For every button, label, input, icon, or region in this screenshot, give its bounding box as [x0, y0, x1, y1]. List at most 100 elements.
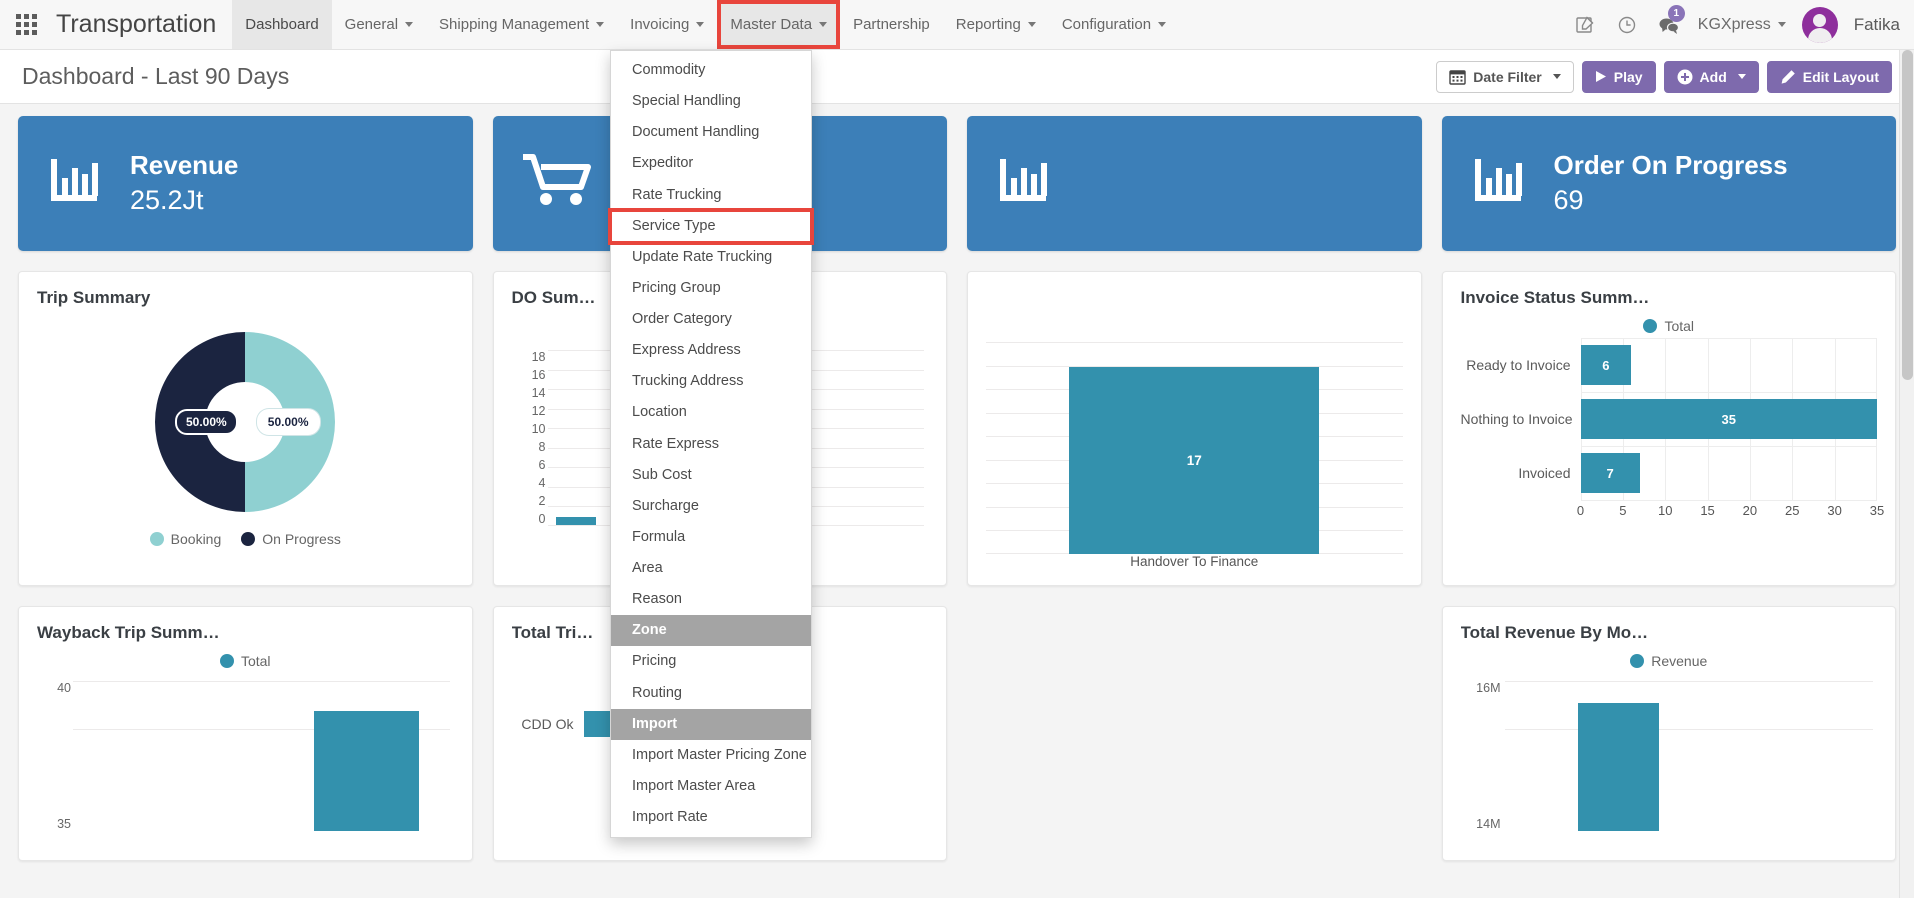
- menu-item-import-master-area[interactable]: Import Master Area: [611, 771, 811, 802]
- menu-item-import-master-pricing-zone[interactable]: Import Master Pricing Zone: [611, 740, 811, 771]
- total-revenue-chart[interactable]: 16M 14M: [1461, 681, 1878, 831]
- legend-item-on-progress[interactable]: On Progress: [241, 531, 341, 547]
- kpi-col-order-on-progress: Order On Progress 69: [1441, 116, 1896, 251]
- menu-item-rate-trucking[interactable]: Rate Trucking: [611, 180, 811, 211]
- panel-title: Invoice Status Summ…: [1460, 288, 1650, 307]
- bar-chart-icon: [995, 151, 1055, 216]
- menu-item-pricing[interactable]: Pricing: [611, 646, 811, 677]
- menu-item-trucking-address[interactable]: Trucking Address: [611, 366, 811, 397]
- menu-item-reason[interactable]: Reason: [611, 584, 811, 615]
- panel-title: Wayback Trip Summ…: [37, 623, 220, 642]
- trip-summary-donut-chart[interactable]: 50.00% 50.00%: [37, 314, 454, 529]
- donut-value-labels: 50.00% 50.00%: [37, 314, 454, 529]
- panel-col-invoice-status: Invoice Status Summ… Total Ready to Invo…: [1441, 251, 1896, 586]
- menu-item-express-address[interactable]: Express Address: [611, 335, 811, 366]
- menu-item-area[interactable]: Area: [611, 553, 811, 584]
- play-button[interactable]: Play: [1581, 60, 1656, 93]
- nav-item-invoicing[interactable]: Invoicing: [617, 0, 717, 49]
- bar-invoiced[interactable]: 7: [1580, 453, 1640, 493]
- kpi-value: 25.2Jt: [130, 184, 204, 215]
- menu-item-special-handling[interactable]: Special Handling: [611, 86, 811, 117]
- bar-track: 7: [1580, 446, 1878, 500]
- organization-selector[interactable]: KGXpress: [1698, 16, 1786, 34]
- do-summary-y-axis: 18 16 14 12 10 8 6 4 2 0: [512, 350, 546, 526]
- bar-category-label: Invoiced: [1518, 465, 1571, 481]
- menu-item-routing[interactable]: Routing: [611, 678, 811, 709]
- menu-item-rate-express[interactable]: Rate Express: [611, 429, 811, 460]
- menu-item-document-handling[interactable]: Document Handling: [611, 117, 811, 148]
- bar-ready-to-invoice[interactable]: 6: [1580, 345, 1632, 385]
- nav-item-master-data[interactable]: Master Data: [717, 0, 841, 49]
- nav-item-dashboard[interactable]: Dashboard: [232, 0, 332, 49]
- legend-item-total[interactable]: Total: [1643, 318, 1694, 334]
- bar-nothing-to-invoice[interactable]: 35: [1580, 399, 1877, 439]
- wayback-trip-chart[interactable]: 40 35: [37, 681, 454, 831]
- compose-note-icon[interactable]: [1572, 12, 1598, 38]
- nav-right-actions: 1 KGXpress Fatika: [1572, 0, 1914, 49]
- nav-item-reporting[interactable]: Reporting: [943, 0, 1049, 49]
- legend-item-total[interactable]: Total: [219, 653, 271, 669]
- legend-label: On Progress: [262, 531, 341, 547]
- menu-item-sub-cost[interactable]: Sub Cost: [611, 460, 811, 491]
- date-filter-label: Date Filter: [1473, 68, 1542, 85]
- user-name-label: Fatika: [1853, 14, 1900, 34]
- add-button[interactable]: Add: [1663, 60, 1759, 93]
- y-tick: 0: [538, 512, 546, 526]
- chevron-down-icon: [1027, 22, 1036, 27]
- clock-icon[interactable]: [1614, 12, 1640, 38]
- nav-item-general[interactable]: General: [332, 0, 426, 49]
- menu-item-import-rate[interactable]: Import Rate: [611, 802, 811, 833]
- play-icon: [1595, 71, 1606, 82]
- edit-layout-button[interactable]: Edit Layout: [1766, 60, 1892, 93]
- legend-item-revenue[interactable]: Revenue: [1630, 653, 1707, 669]
- menu-item-update-rate-trucking[interactable]: Update Rate Trucking: [611, 242, 811, 273]
- master-data-dropdown-menu[interactable]: Commodity Special Handling Document Hand…: [608, 50, 814, 839]
- menu-item-commodity[interactable]: Commodity: [611, 55, 811, 86]
- shopping-cart-icon: [521, 151, 593, 216]
- avatar[interactable]: [1801, 6, 1838, 43]
- nav-item-shipping-management[interactable]: Shipping Management: [426, 0, 617, 49]
- menu-item-location[interactable]: Location: [611, 397, 811, 428]
- trip-summary-legend: Booking On Progress: [37, 531, 454, 547]
- panel-title: [986, 288, 1403, 308]
- bar-handover-to-finance[interactable]: 17: [1069, 367, 1320, 554]
- nav-item-partnership[interactable]: Partnership: [840, 0, 943, 49]
- menu-item-service-type[interactable]: Service Type: [608, 207, 814, 245]
- top-navigation-bar: Transportation Dashboard General Shippin…: [0, 0, 1914, 50]
- chat-bubble-icon[interactable]: 1: [1656, 4, 1685, 38]
- page-scrollbar[interactable]: [1899, 50, 1914, 898]
- chevron-down-icon: [696, 22, 705, 27]
- middle-chart-plot: 17: [986, 342, 1403, 554]
- nav-item-configuration[interactable]: Configuration: [1049, 0, 1179, 49]
- y-tick: 6: [538, 458, 546, 472]
- app-brand-title: Transportation: [56, 10, 217, 38]
- menu-item-surcharge[interactable]: Surcharge: [611, 491, 811, 522]
- menu-item-pricing-group[interactable]: Pricing Group: [611, 273, 811, 304]
- dashboard-content: Revenue 25.2Jt Order On Progress 69 Trip…: [0, 104, 1914, 861]
- calendar-icon: [1449, 70, 1466, 85]
- bar-revenue[interactable]: [1578, 703, 1660, 831]
- bar-wayback-total[interactable]: [313, 711, 420, 831]
- do-summary-bar[interactable]: [555, 517, 596, 525]
- menu-item-expeditor[interactable]: Expeditor: [611, 148, 811, 179]
- apps-grid-icon[interactable]: [0, 0, 52, 49]
- panel-title: Trip Summary: [37, 288, 151, 307]
- y-tick: 2: [538, 494, 546, 508]
- kpi-card-third[interactable]: [967, 116, 1422, 251]
- scrollbar-thumb[interactable]: [1902, 50, 1913, 380]
- legend-item-booking[interactable]: Booking: [149, 531, 221, 547]
- date-filter-button[interactable]: Date Filter: [1436, 60, 1574, 93]
- bar-value-label: 35: [1721, 411, 1736, 427]
- nav-label: Reporting: [955, 16, 1021, 33]
- menu-item-formula[interactable]: Formula: [611, 522, 811, 553]
- invoice-status-chart[interactable]: Ready to Invoice 6 Nothing to Invoice 35…: [1460, 338, 1884, 522]
- handover-to-finance-chart[interactable]: 17 Handover To Finance: [986, 342, 1403, 585]
- nav-label: Partnership: [853, 16, 930, 33]
- donut-label-booking: 50.00%: [256, 409, 320, 435]
- kpi-card-revenue[interactable]: Revenue 25.2Jt: [18, 116, 473, 251]
- kpi-card-order-on-progress[interactable]: Order On Progress 69: [1441, 116, 1896, 251]
- bar-category-label: Nothing to Invoice: [1460, 411, 1573, 427]
- menu-item-order-category[interactable]: Order Category: [611, 304, 811, 335]
- kpi-col-revenue: Revenue 25.2Jt: [18, 116, 473, 251]
- x-tick: 0: [1576, 503, 1585, 518]
